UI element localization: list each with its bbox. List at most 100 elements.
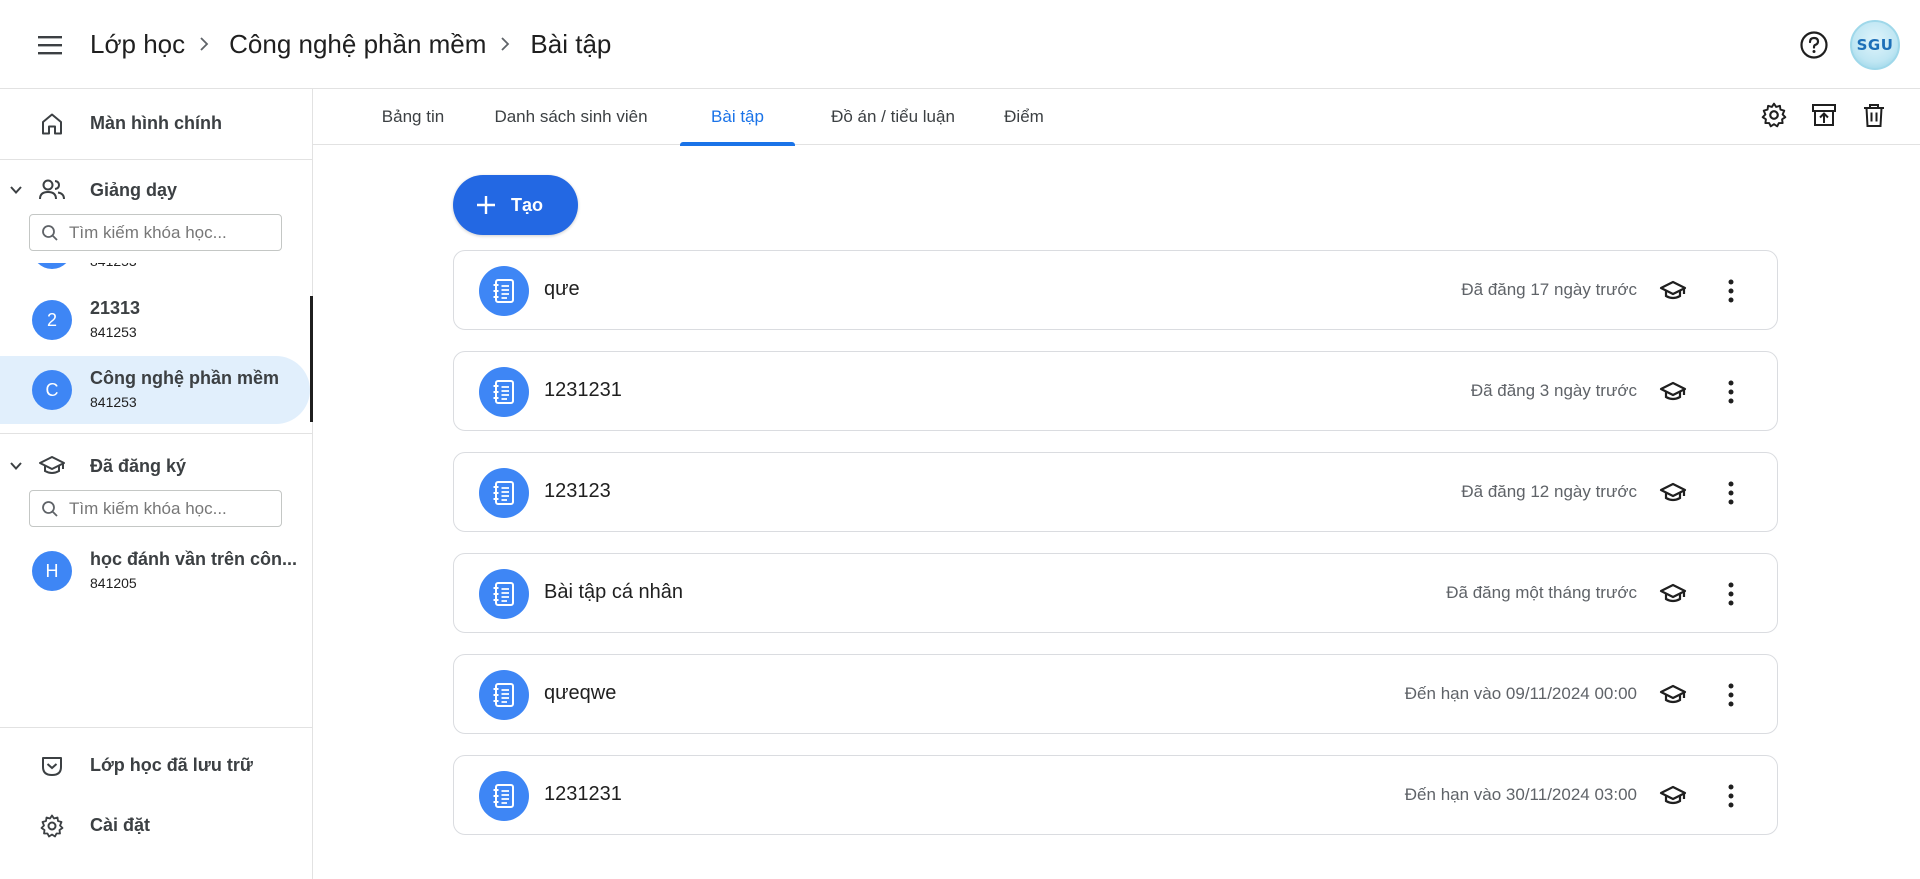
breadcrumb-course[interactable]: Công nghệ phần mềm: [229, 29, 486, 60]
chevron-right-icon: [199, 37, 209, 51]
sidebar-item-label: Lớp học đã lưu trữ: [90, 755, 253, 775]
sidebar-item-settings[interactable]: Cài đặt: [0, 801, 312, 851]
assignment-title: 123123: [544, 480, 611, 502]
tab-label: Đồ án / tiểu luận: [831, 107, 955, 126]
sidebar-item-label: Cài đặt: [90, 815, 151, 835]
list-item[interactable]: 841253: [0, 263, 312, 283]
assignment-card[interactable]: 1231231 Đến hạn vào 30/11/2024 03:00: [453, 755, 1778, 835]
tab-label: Danh sách sinh viên: [494, 107, 648, 126]
course-name: học đánh vần trên côn...: [90, 549, 298, 569]
course-code: 841253: [90, 263, 137, 269]
sidebar-section-teaching[interactable]: Giảng dạy: [0, 169, 312, 211]
avatar[interactable]: SGU: [1850, 20, 1900, 70]
menu-icon[interactable]: [35, 30, 65, 60]
graduation-cap-icon[interactable]: [1657, 578, 1689, 610]
assignment-status: Đến hạn vào 30/11/2024 03:00: [1404, 785, 1637, 804]
sidebar-item-archived[interactable]: Lớp học đã lưu trữ: [0, 741, 312, 791]
enrolled-course-search[interactable]: [29, 490, 282, 527]
course-name: 21313: [90, 298, 141, 318]
help-icon[interactable]: [1798, 29, 1830, 61]
more-vert-icon[interactable]: [1715, 275, 1747, 307]
assignment-icon: [479, 367, 529, 417]
assignment-icon: [479, 670, 529, 720]
course-avatar: H: [32, 551, 72, 591]
list-item[interactable]: 2 21313 841253: [0, 286, 312, 354]
archive-class-button[interactable]: [1808, 101, 1840, 133]
assignment-icon: [479, 266, 529, 316]
graduation-cap-icon[interactable]: [1657, 376, 1689, 408]
class-settings-button[interactable]: [1758, 101, 1790, 133]
gear-icon: [38, 812, 66, 840]
more-vert-icon[interactable]: [1715, 376, 1747, 408]
divider: [0, 727, 312, 728]
sidebar-section-label: Đã đăng ký: [90, 456, 187, 476]
gear-icon: [1760, 101, 1788, 134]
graduation-cap-icon[interactable]: [1657, 780, 1689, 812]
course-avatar: C: [32, 370, 72, 410]
course-avatar: 2: [32, 300, 72, 340]
assignment-card[interactable]: 1231231 Đã đăng 3 ngày trước: [453, 351, 1778, 431]
course-code: 841253: [90, 394, 137, 410]
course-name: Công nghệ phần mềm: [90, 368, 279, 388]
people-icon: [38, 176, 66, 204]
assignment-card[interactable]: qưe Đã đăng 17 ngày trước: [453, 250, 1778, 330]
active-tab-indicator: [680, 142, 795, 146]
assignment-title: qưeqwe: [544, 682, 617, 704]
tab-students[interactable]: Danh sách sinh viên: [486, 89, 656, 145]
assignment-icon: [479, 569, 529, 619]
more-vert-icon[interactable]: [1715, 578, 1747, 610]
assignment-title: Bài tập cá nhân: [544, 581, 683, 603]
assignment-status: Đã đăng 17 ngày trước: [1461, 280, 1637, 299]
search-icon: [41, 500, 59, 518]
tab-label: Bài tập: [711, 107, 764, 126]
assignment-card[interactable]: qưeqwe Đến hạn vào 09/11/2024 00:00: [453, 654, 1778, 734]
list-item[interactable]: C Công nghệ phần mềm 841253: [0, 356, 310, 424]
scrollbar[interactable]: [310, 296, 313, 422]
graduation-cap-icon[interactable]: [1657, 477, 1689, 509]
graduation-cap-icon: [38, 452, 66, 480]
sidebar-section-enrolled[interactable]: Đã đăng ký: [0, 445, 312, 487]
list-item[interactable]: H học đánh vần trên côn... 841205: [0, 537, 312, 605]
tab-label: Bảng tin: [381, 107, 445, 126]
more-vert-icon[interactable]: [1715, 679, 1747, 711]
breadcrumb-classes[interactable]: Lớp học: [90, 29, 185, 60]
avatar-logo-text: SGU: [1856, 36, 1894, 54]
graduation-cap-icon[interactable]: [1657, 679, 1689, 711]
divider: [0, 159, 312, 160]
delete-class-button[interactable]: [1858, 101, 1890, 133]
course-avatar: [32, 263, 72, 269]
sidebar-item-home[interactable]: Màn hình chính: [0, 89, 312, 159]
search-input[interactable]: [69, 222, 269, 243]
tab-projects[interactable]: Đồ án / tiểu luận: [819, 89, 967, 145]
assignment-status: Đến hạn vào 09/11/2024 00:00: [1404, 684, 1637, 703]
create-button-label: Tạo: [511, 194, 544, 215]
sidebar-section-label: Giảng dạy: [90, 180, 178, 200]
sidebar: Màn hình chính Giảng dạy 841253 2 21313 …: [0, 89, 313, 879]
archive-upload-icon: [1810, 101, 1838, 134]
search-icon: [41, 224, 59, 242]
teaching-course-search[interactable]: [29, 214, 282, 251]
more-vert-icon[interactable]: [1715, 780, 1747, 812]
create-button[interactable]: Tạo: [453, 175, 578, 235]
assignment-status: Đã đăng 3 ngày trước: [1470, 381, 1637, 400]
sidebar-item-label: Màn hình chính: [90, 113, 222, 133]
assignment-status: Đã đăng 12 ngày trước: [1461, 482, 1637, 501]
home-icon: [38, 110, 66, 138]
breadcrumb: Lớp học Công nghệ phần mềm Bài tập: [90, 24, 611, 64]
assignment-card[interactable]: Bài tập cá nhân Đã đăng một tháng trước: [453, 553, 1778, 633]
assignment-icon: [479, 771, 529, 821]
tab-bar: Bảng tin Danh sách sinh viên Bài tập Đồ …: [313, 89, 1920, 146]
chevron-right-icon: [500, 37, 510, 51]
archive-icon: [38, 752, 66, 780]
search-input[interactable]: [69, 498, 269, 519]
tab-grades[interactable]: Điểm: [989, 89, 1059, 145]
tab-stream[interactable]: Bảng tin: [363, 89, 463, 145]
assignment-title: qưe: [544, 278, 580, 300]
course-code: 841205: [90, 575, 137, 591]
tab-assignments[interactable]: Bài tập: [680, 89, 795, 146]
assignment-card[interactable]: 123123 Đã đăng 12 ngày trước: [453, 452, 1778, 532]
more-vert-icon[interactable]: [1715, 477, 1747, 509]
divider: [0, 433, 312, 434]
breadcrumb-current: Bài tập: [530, 28, 612, 59]
graduation-cap-icon[interactable]: [1657, 275, 1689, 307]
